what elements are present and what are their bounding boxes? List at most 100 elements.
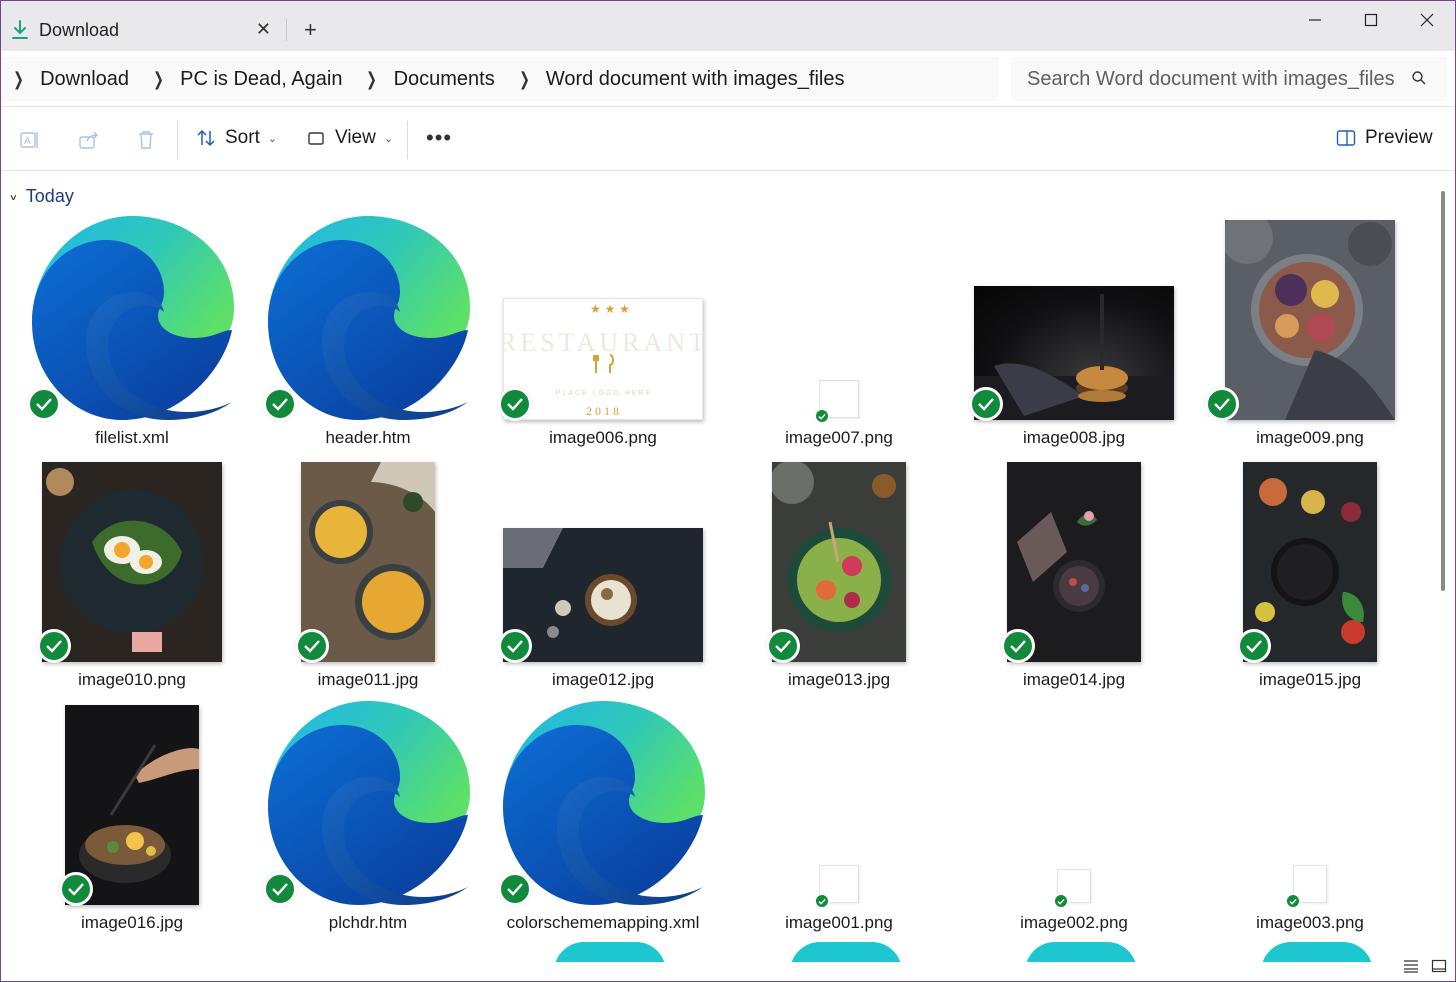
file-name: image010.png [78,670,186,689]
thumbnail [721,214,957,424]
edge-icon [32,216,234,420]
preview-button[interactable]: Preview [1336,127,1433,149]
breadcrumb-documents[interactable]: Documents [394,68,495,91]
file-name: image011.jpg [317,670,419,689]
file-name: colorschememapping.xml [506,913,700,932]
view-icon [308,132,324,145]
logo-placeholder-image: ★ ★ ★ RESTAURANT PLACE LOGO HERE 2018 [503,298,703,420]
delete-icon[interactable] [135,129,157,151]
chevron-down-icon: ∨ [9,191,18,202]
minimize-button[interactable] [1287,7,1343,33]
sort-label: Sort [225,127,260,148]
file-tile[interactable]: plchdr.htm [250,699,486,939]
download-icon [12,20,28,39]
file-name: image014.jpg [1022,670,1126,689]
synced-check-icon [1001,629,1035,663]
partial-edge-icon [1025,942,1137,962]
close-window-button[interactable] [1399,7,1455,33]
search-input[interactable] [1027,67,1403,91]
edge-icon [268,701,470,905]
file-name: image003.png [1256,913,1364,932]
file-tile[interactable]: image012.jpg [485,456,721,696]
share-icon[interactable] [78,129,100,151]
file-tile[interactable]: image013.jpg [721,456,957,696]
tab-download[interactable]: Download ✕ [1,9,285,51]
file-tile[interactable]: image015.jpg [1192,456,1428,696]
file-tile[interactable]: image014.jpg [956,456,1192,696]
synced-check-icon [263,872,297,906]
new-tab-button[interactable]: + [304,17,317,43]
breadcrumb-current-folder[interactable]: Word document with images_files [546,68,845,91]
breadcrumb-download[interactable]: Download [40,68,129,91]
synced-check-icon [1237,629,1271,663]
breadcrumb-pc-is-dead[interactable]: PC is Dead, Again [180,68,342,91]
file-tile[interactable]: image016.jpg [14,699,250,939]
preview-label: Preview [1365,127,1433,148]
thumbnail [956,699,1192,909]
chevron-right-icon[interactable]: ❯ [153,69,164,90]
group-header-today[interactable]: ∨ Today [9,186,74,207]
thumbnail [14,699,250,909]
rename-icon[interactable]: A [19,129,41,151]
synced-check-icon [498,629,532,663]
partial-edge-icon [1261,942,1373,962]
file-name: image002.png [1020,913,1128,932]
file-tile[interactable]: image010.png [14,456,250,696]
toolbar-divider [407,121,408,159]
tab-close-icon[interactable]: ✕ [256,19,271,40]
file-name: plchdr.htm [328,913,408,932]
file-name: image008.jpg [1022,428,1126,447]
edge-icon [503,701,705,905]
thumbnail [721,699,957,909]
file-name: image009.png [1256,428,1364,447]
file-name: header.htm [325,428,411,447]
logo-year: 2018 [586,404,622,418]
file-tile[interactable]: ★ ★ ★ RESTAURANT PLACE LOGO HERE 2018 im… [485,214,721,454]
eggs-photo [42,462,222,662]
vertical-scrollbar[interactable] [1441,191,1445,591]
preview-pane-icon [1336,130,1356,146]
file-name: image007.png [785,428,893,447]
chevron-right-icon[interactable]: ❯ [13,69,24,90]
view-button[interactable]: View ⌄ [307,127,393,149]
details-view-icon[interactable] [1403,959,1419,973]
file-tile[interactable]: image001.png [721,699,957,939]
file-tile[interactable]: image011.jpg [250,456,486,696]
command-bar: A Sort ⌄ View ⌄ ••• Preview [1,107,1455,171]
file-tile[interactable]: header.htm [250,214,486,454]
tiles-view-icon[interactable] [1431,959,1447,973]
platter-photo [1225,220,1395,420]
file-name: filelist.xml [95,428,169,447]
sort-button[interactable]: Sort ⌄ [196,127,277,149]
synced-check-icon [37,629,71,663]
file-tile[interactable]: image002.png [956,699,1192,939]
file-tile[interactable]: colorschememapping.xml [485,699,721,939]
synced-check-icon [1054,894,1068,908]
tab-divider [286,19,287,41]
synced-check-icon [263,387,297,421]
file-tile[interactable]: image007.png [721,214,957,454]
address-bar: ❯ Download ❯ PC is Dead, Again ❯ Documen… [1,51,1455,107]
breadcrumb[interactable]: ❯ Download ❯ PC is Dead, Again ❯ Documen… [1,57,999,101]
more-options-button[interactable]: ••• [426,125,452,151]
partial-edge-icon [554,942,666,962]
svg-text:★ ★ ★: ★ ★ ★ [590,302,630,316]
file-tile[interactable]: filelist.xml [14,214,250,454]
thumbnail [721,456,957,666]
file-name: image015.jpg [1258,670,1362,689]
thumbnail [1192,699,1428,909]
file-tile[interactable]: image008.jpg [956,214,1192,454]
chevron-right-icon[interactable]: ❯ [519,69,530,90]
maximize-button[interactable] [1343,7,1399,33]
file-tile[interactable]: image003.png [1192,699,1428,939]
chevron-right-icon[interactable]: ❯ [367,69,378,90]
group-label: Today [25,186,74,206]
file-list: ∨ Today filelist.xml header.htm ★ ★ ★ RE… [1,172,1441,962]
svg-text:A: A [24,136,31,147]
file-tile[interactable]: image009.png [1192,214,1428,454]
synced-check-icon [1205,387,1239,421]
search-icon[interactable] [1411,70,1427,86]
tab-label: Download [39,19,120,40]
search-box[interactable] [1011,57,1447,101]
thumbnail [956,456,1192,666]
